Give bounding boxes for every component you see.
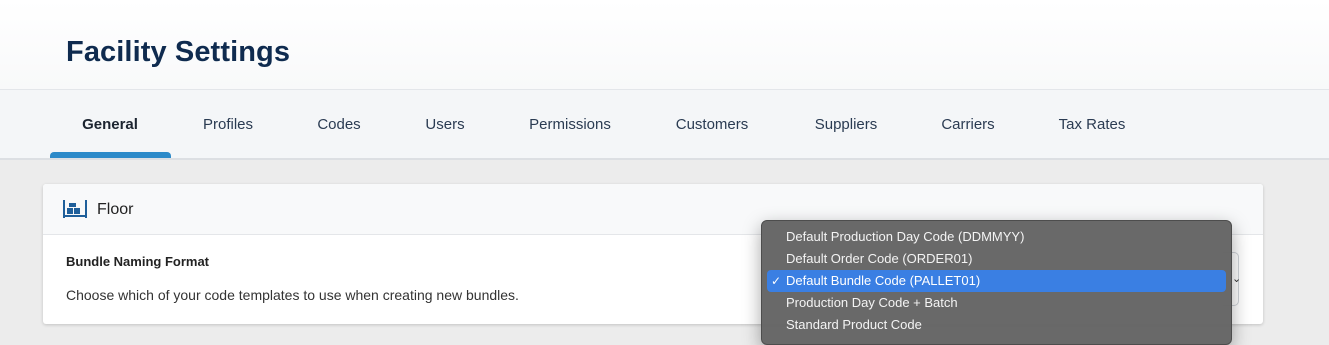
dropdown-option[interactable]: Default Production Day Code (DDMMYY) — [767, 226, 1226, 248]
tab-bar: General Profiles Codes Users Permissions… — [0, 90, 1329, 160]
tab-general[interactable]: General — [82, 116, 138, 136]
bundle-naming-format-description: Choose which of your code templates to u… — [66, 287, 519, 303]
tab-permissions[interactable]: Permissions — [529, 116, 611, 136]
option-label: Standard Product Code — [786, 317, 922, 332]
dropdown-option[interactable]: Production Day Code + Batch — [767, 292, 1226, 314]
page-title: Facility Settings — [66, 36, 291, 68]
checkmark-icon: ✓ — [771, 274, 782, 288]
option-label: Production Day Code + Batch — [786, 295, 958, 310]
tab-customers[interactable]: Customers — [676, 116, 749, 136]
tab-profiles[interactable]: Profiles — [203, 116, 253, 136]
tab-codes[interactable]: Codes — [317, 116, 360, 136]
bundle-naming-format-label: Bundle Naming Format — [66, 254, 210, 269]
tab-suppliers[interactable]: Suppliers — [815, 116, 878, 136]
dropdown-option-selected[interactable]: ✓ Default Bundle Code (PALLET01) — [767, 270, 1226, 292]
tab-tax-rates[interactable]: Tax Rates — [1059, 116, 1126, 136]
option-label: Default Order Code (ORDER01) — [786, 251, 973, 266]
tab-users[interactable]: Users — [425, 116, 464, 136]
card-title: Floor — [97, 201, 134, 218]
dropdown-option[interactable]: Default Order Code (ORDER01) — [767, 248, 1226, 270]
active-tab-indicator — [50, 152, 171, 158]
option-label: Default Bundle Code (PALLET01) — [786, 273, 981, 288]
page-header: Facility Settings — [0, 0, 1329, 90]
dropdown-option[interactable]: Standard Product Code — [767, 314, 1226, 336]
floor-icon — [63, 200, 87, 218]
option-label: Default Production Day Code (DDMMYY) — [786, 229, 1025, 244]
bundle-naming-format-dropdown: Default Production Day Code (DDMMYY) Def… — [761, 220, 1232, 345]
tab-carriers[interactable]: Carriers — [941, 116, 994, 136]
chevron-down-icon: ⌄ — [1232, 273, 1242, 285]
